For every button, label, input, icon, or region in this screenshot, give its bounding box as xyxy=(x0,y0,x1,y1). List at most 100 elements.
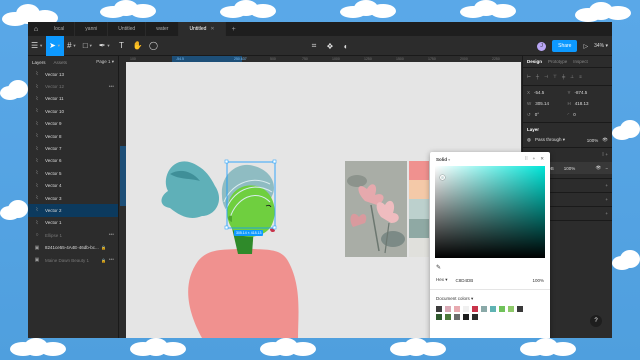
layer-item[interactable]: ⌇ Vector 9 xyxy=(28,118,118,130)
close-tab-icon[interactable]: ✕ xyxy=(210,26,214,32)
lock-icon[interactable]: 🔒 xyxy=(101,245,106,250)
main-menu-icon[interactable]: ☰ ▼ xyxy=(28,36,46,56)
layer-item[interactable]: ⌇ Vector 3 xyxy=(28,192,118,204)
more-icon[interactable]: ••• xyxy=(109,257,114,263)
document-color-swatch[interactable] xyxy=(481,306,487,312)
tab-layers[interactable]: Layers xyxy=(32,60,46,65)
document-color-swatch[interactable] xyxy=(436,306,442,312)
layer-item[interactable]: ⌇ Vector 10 xyxy=(28,105,118,117)
layer-opacity[interactable]: 100% xyxy=(587,138,599,143)
rotation-field[interactable]: ↺ 0° xyxy=(527,112,568,118)
file-tab[interactable]: Untitled xyxy=(108,22,147,36)
radius-field[interactable]: ◜ 0 xyxy=(568,112,609,118)
home-icon[interactable]: ⌂ xyxy=(28,22,44,36)
layer-item[interactable]: ⌇ Vector 11 xyxy=(28,93,118,105)
eyedropper-icon[interactable]: ✎ xyxy=(436,264,441,271)
layer-item[interactable]: ⌇ Vector 5 xyxy=(28,167,118,179)
styles-icon[interactable]: ⁞⁞ xyxy=(525,156,528,162)
distribute-icon[interactable]: ≡ xyxy=(579,74,582,79)
layer-item[interactable]: ⌇ Vector 12 ••• xyxy=(28,80,118,92)
new-tab-icon[interactable]: + xyxy=(226,22,242,36)
crop-icon[interactable]: ⌗ xyxy=(306,36,322,56)
shape-tool-icon[interactable]: □ ▼ xyxy=(80,36,96,56)
document-color-swatch[interactable] xyxy=(463,314,469,320)
w-field[interactable]: W 305.14 xyxy=(527,101,568,106)
align-top-icon[interactable]: ⊤ xyxy=(553,74,557,80)
help-button[interactable]: ? xyxy=(590,315,602,327)
swatch[interactable] xyxy=(409,161,429,181)
move-tool-icon[interactable]: ➤ ▼ xyxy=(46,35,64,56)
fill-type-dropdown[interactable]: Solid ▾ xyxy=(436,157,450,162)
layer-item[interactable]: ⌇ Vector 8 xyxy=(28,130,118,142)
eye-icon[interactable]: 👁 xyxy=(602,137,608,143)
pen-tool-icon[interactable]: ✒ ▼ xyxy=(96,36,114,56)
remove-fill-icon[interactable]: − xyxy=(605,166,608,171)
layer-item[interactable]: ⌇ Vector 1 xyxy=(28,217,118,229)
flower-photo[interactable] xyxy=(345,161,407,257)
document-color-swatch[interactable] xyxy=(463,306,469,312)
comment-tool-icon[interactable]: ◯ xyxy=(145,36,161,56)
y-field[interactable]: Y -874.5 xyxy=(568,90,609,95)
zoom-dropdown[interactable]: 34% ▾ xyxy=(594,43,608,49)
share-button[interactable]: Share xyxy=(552,40,578,52)
layer-item[interactable]: ⌇ Vector 13 xyxy=(28,68,118,80)
opacity-input[interactable]: 100% xyxy=(532,278,544,283)
more-icon[interactable]: ••• xyxy=(109,84,114,90)
add-stroke-icon[interactable]: + xyxy=(605,183,608,188)
blend-mode-dropdown[interactable]: Pass through ▾ xyxy=(535,137,565,143)
align-center-icon[interactable]: ┼ xyxy=(536,74,539,79)
x-field[interactable]: X -54.5 xyxy=(527,90,568,95)
file-tab[interactable]: local xyxy=(44,22,76,36)
document-color-swatch[interactable] xyxy=(508,306,514,312)
tab-prototype[interactable]: Prototype xyxy=(548,59,567,64)
layer-item[interactable]: ⌇ Vector 7 xyxy=(28,142,118,154)
more-icon[interactable]: ••• xyxy=(109,232,114,238)
close-icon[interactable]: ✕ xyxy=(540,156,544,162)
file-tab-active[interactable]: Untitled ✕ xyxy=(179,22,226,36)
document-color-swatch[interactable] xyxy=(454,314,460,320)
document-color-swatch[interactable] xyxy=(499,306,505,312)
lock-icon[interactable]: 🔒 xyxy=(101,258,106,263)
h-field[interactable]: H 418.13 xyxy=(568,101,609,106)
avatar[interactable]: J xyxy=(537,41,547,51)
eye-icon[interactable]: 👁 xyxy=(596,165,602,171)
saturation-picker[interactable] xyxy=(435,166,545,258)
frame-tool-icon[interactable]: # ▼ xyxy=(64,36,80,56)
layer-item[interactable]: ▣ Maine Dawn Beauty 1 ••• 🔒 xyxy=(28,254,118,266)
page-selector[interactable]: Page 1 ▾ xyxy=(96,59,114,65)
file-tab[interactable]: yanni xyxy=(75,22,109,36)
document-color-swatch[interactable] xyxy=(445,306,451,312)
add-export-icon[interactable]: + xyxy=(605,211,608,216)
align-right-icon[interactable]: ⊣ xyxy=(544,74,548,80)
swatch[interactable] xyxy=(409,237,429,257)
add-style-icon[interactable]: + xyxy=(533,156,536,162)
document-color-swatch[interactable] xyxy=(490,306,496,312)
hex-input[interactable]: C8D4DB xyxy=(456,278,474,283)
layer-item[interactable]: ⌇ Vector 2 xyxy=(28,204,118,217)
tab-inspect[interactable]: Inspect xyxy=(573,59,588,64)
component-icon[interactable]: ❖ xyxy=(322,36,338,56)
add-effect-icon[interactable]: + xyxy=(605,197,608,202)
document-color-swatch[interactable] xyxy=(517,306,523,312)
align-middle-icon[interactable]: ╪ xyxy=(562,74,565,79)
color-format-dropdown[interactable]: Hex ▾ xyxy=(436,277,448,283)
add-fill-icon[interactable]: ⁞⁞ + xyxy=(602,152,608,157)
swatch[interactable] xyxy=(409,199,429,219)
swatch[interactable] xyxy=(409,180,429,200)
align-left-icon[interactable]: ⊢ xyxy=(527,74,531,80)
layer-item[interactable]: ▣ 8241ce55-4A4E-46db-bc... 🔒 xyxy=(28,241,118,253)
layer-item[interactable]: ○ Ellipse 1 ••• xyxy=(28,229,118,241)
hand-tool-icon[interactable]: ✋ xyxy=(129,36,145,56)
document-color-swatch[interactable] xyxy=(436,314,442,320)
present-icon[interactable]: ▷ xyxy=(583,43,588,50)
file-tab[interactable]: water xyxy=(146,22,180,36)
saturation-thumb[interactable] xyxy=(440,175,445,180)
tab-design[interactable]: Design xyxy=(527,59,542,64)
swatch[interactable] xyxy=(409,218,429,238)
document-color-swatch[interactable] xyxy=(454,306,460,312)
document-color-swatch[interactable] xyxy=(445,314,451,320)
mask-icon[interactable]: ◐ xyxy=(338,36,354,56)
document-color-swatch[interactable] xyxy=(472,306,478,312)
text-tool-icon[interactable]: T xyxy=(113,36,129,56)
tab-assets[interactable]: Assets xyxy=(54,60,68,65)
